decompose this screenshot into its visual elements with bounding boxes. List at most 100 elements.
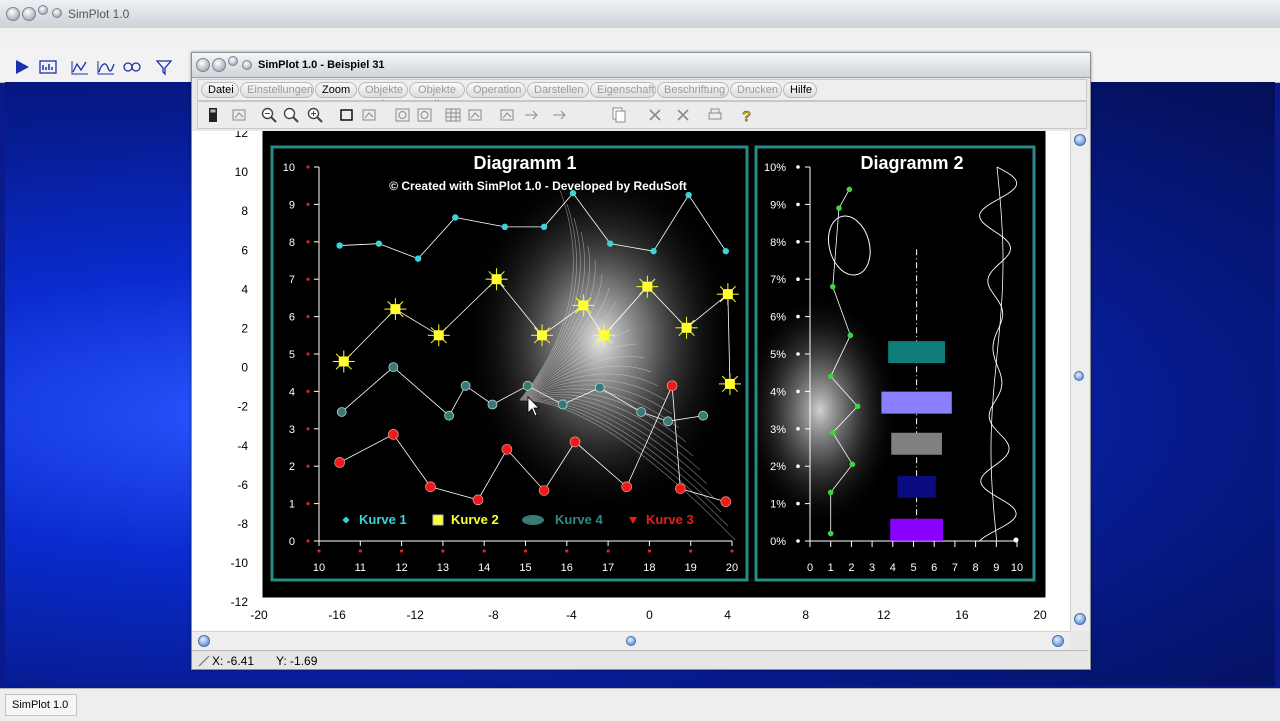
diagram2-x-tick-label: 1 — [828, 562, 834, 574]
diagram2-x-tick-label: 7 — [952, 562, 958, 574]
legend-marker-kurve-2 — [432, 514, 444, 526]
menu-eigenschaft[interactable]: Eigenschaft — [590, 82, 656, 98]
doc-maximize-orb-icon[interactable] — [228, 56, 238, 66]
plot-svg[interactable]: 121086420-2-4-6-8-10-12-20 -16 -12 -8 -4 0 4 8 1… — [192, 126, 1070, 631]
curve-icon[interactable] — [230, 106, 248, 124]
doc-close-orb-icon[interactable] — [196, 58, 210, 72]
circle-icon[interactable] — [394, 106, 412, 124]
menu-objekte-ii[interactable]: Objekte II — [409, 82, 465, 110]
funnel-icon[interactable] — [154, 58, 174, 76]
image-icon[interactable] — [466, 106, 484, 124]
select-icon[interactable] — [360, 106, 378, 124]
copy-icon[interactable] — [610, 106, 628, 124]
zoom-in-icon[interactable] — [306, 106, 324, 124]
print-icon[interactable] — [706, 106, 724, 124]
scroll-up-icon[interactable] — [1074, 134, 1086, 146]
series-point-kurve-3 — [501, 444, 513, 455]
horizontal-scroll-thumb[interactable] — [626, 636, 636, 646]
diagram2-green-point — [829, 283, 836, 290]
align-icon[interactable] — [498, 106, 516, 124]
diagram2-y-tick-dot — [796, 501, 800, 506]
menu-darstellen[interactable]: Darstellen — [527, 82, 589, 98]
close-orb-icon[interactable] — [6, 7, 20, 21]
cursor-pos-icon — [198, 655, 210, 667]
series-point-kurve-4 — [444, 410, 454, 421]
arrow-right-icon[interactable] — [522, 106, 540, 124]
outer-x-tick-label: -12 — [407, 608, 425, 622]
outer-y-tick-label: -8 — [237, 517, 248, 531]
diagram1-x-tick-dot — [565, 549, 569, 553]
document-window[interactable]: SimPlot 1.0 - Beispiel 31 Datei Einstellu… — [191, 52, 1091, 670]
diagram2-y-tick-label: 9% — [770, 199, 786, 211]
vertical-scrollbar[interactable] — [1070, 131, 1089, 631]
menu-einstellungen[interactable]: Einstellungen — [240, 82, 314, 98]
menu-beschriftung[interactable]: Beschriftung — [657, 82, 729, 98]
diagram1-y-tick-dot — [306, 202, 310, 206]
diagram2-x-tick-label: 2 — [848, 562, 854, 574]
rectangle-icon[interactable] — [338, 106, 356, 124]
diagram2-y-tick-dot — [796, 202, 800, 207]
star-core — [491, 274, 502, 285]
diagram1-x-tick-dot — [400, 549, 404, 553]
polar-chart-icon[interactable] — [122, 58, 142, 76]
doc-menu-orb-icon[interactable] — [242, 60, 252, 70]
diagram1-y-tick-dot — [306, 539, 310, 543]
series-point-kurve-2 — [718, 372, 741, 395]
diagram1-x-tick-dot — [441, 549, 445, 553]
menu-datei[interactable]: Datei — [201, 82, 239, 98]
zoom-out-icon[interactable] — [260, 106, 278, 124]
circle2-icon[interactable] — [416, 106, 434, 124]
table-icon[interactable] — [444, 106, 462, 124]
diagram1-y-tick-dot — [306, 240, 310, 244]
series-point-kurve-4 — [522, 380, 533, 391]
arrow-left-icon[interactable] — [550, 106, 568, 124]
taskbar-item[interactable]: SimPlot 1.0 — [5, 694, 77, 716]
outer-y-tick-label: -2 — [237, 400, 248, 414]
play-icon[interactable] — [12, 58, 32, 76]
menu-drucken[interactable]: Drucken — [730, 82, 782, 98]
menu-zoom[interactable]: Zoom — [315, 82, 357, 98]
maximize-orb-icon[interactable] — [38, 5, 48, 15]
series-point-kurve-2 — [675, 316, 698, 339]
menu-operation[interactable]: Operation — [466, 82, 526, 98]
series-point-kurve-4 — [663, 416, 673, 427]
series-point-kurve-1 — [722, 247, 730, 255]
menu-objekte-i[interactable]: Objekte I — [358, 82, 408, 110]
minimize-orb-icon[interactable] — [22, 7, 36, 21]
delete-all-icon[interactable] — [674, 106, 692, 124]
menu-hilfe[interactable]: Hilfe — [783, 82, 817, 98]
window-icon[interactable] — [204, 106, 222, 124]
document-titlebar[interactable]: SimPlot 1.0 - Beispiel 31 — [192, 53, 1090, 78]
scroll-down-icon[interactable] — [1074, 613, 1086, 625]
line-chart-icon[interactable] — [70, 58, 90, 76]
plot-canvas[interactable]: 12 10 8 6 4 2 0 -2 -4 -6 -8 -10 -12 -20 -16 -12 -8 -4 0 4 8 1… — [192, 126, 1070, 631]
diagram2-x-tick-label: 3 — [869, 562, 875, 574]
series-point-kurve-1 — [540, 223, 548, 231]
app-menubar — [0, 28, 1280, 48]
diagram2-bar — [888, 341, 946, 364]
diagram1-y-tick-label: 9 — [289, 199, 295, 211]
graph-icon[interactable] — [38, 58, 58, 76]
doc-minimize-orb-icon[interactable] — [212, 58, 226, 72]
diagram2-x-tick-label: 8 — [973, 562, 979, 574]
horizontal-scrollbar[interactable] — [192, 631, 1070, 650]
vertical-scroll-thumb[interactable] — [1074, 371, 1084, 381]
star-core — [338, 356, 349, 367]
diagram2-x-tick-label: 0 — [807, 562, 813, 574]
menu-orb-icon[interactable] — [52, 8, 62, 18]
diagram2-y-tick-label: 6% — [770, 312, 786, 324]
outer-x-tick-label: 4 — [724, 608, 731, 622]
delete-icon[interactable] — [646, 106, 664, 124]
help-icon[interactable]: ? — [738, 106, 756, 124]
menubar: DateiEinstellungenZoomObjekte IObjekte I… — [197, 79, 1087, 110]
zoom-icon[interactable] — [282, 106, 300, 124]
scroll-right-icon[interactable] — [1052, 635, 1064, 647]
star-core — [724, 378, 735, 389]
app-titlebar[interactable]: SimPlot 1.0 — [0, 0, 1280, 29]
diagram1-y-tick-label: 7 — [289, 274, 295, 286]
scroll-left-icon[interactable] — [198, 635, 210, 647]
xy-chart-icon[interactable] — [96, 58, 116, 76]
series-point-kurve-3 — [425, 481, 436, 493]
diagram2-y-tick-label: 1% — [770, 499, 786, 511]
series-point-kurve-1 — [685, 191, 692, 199]
